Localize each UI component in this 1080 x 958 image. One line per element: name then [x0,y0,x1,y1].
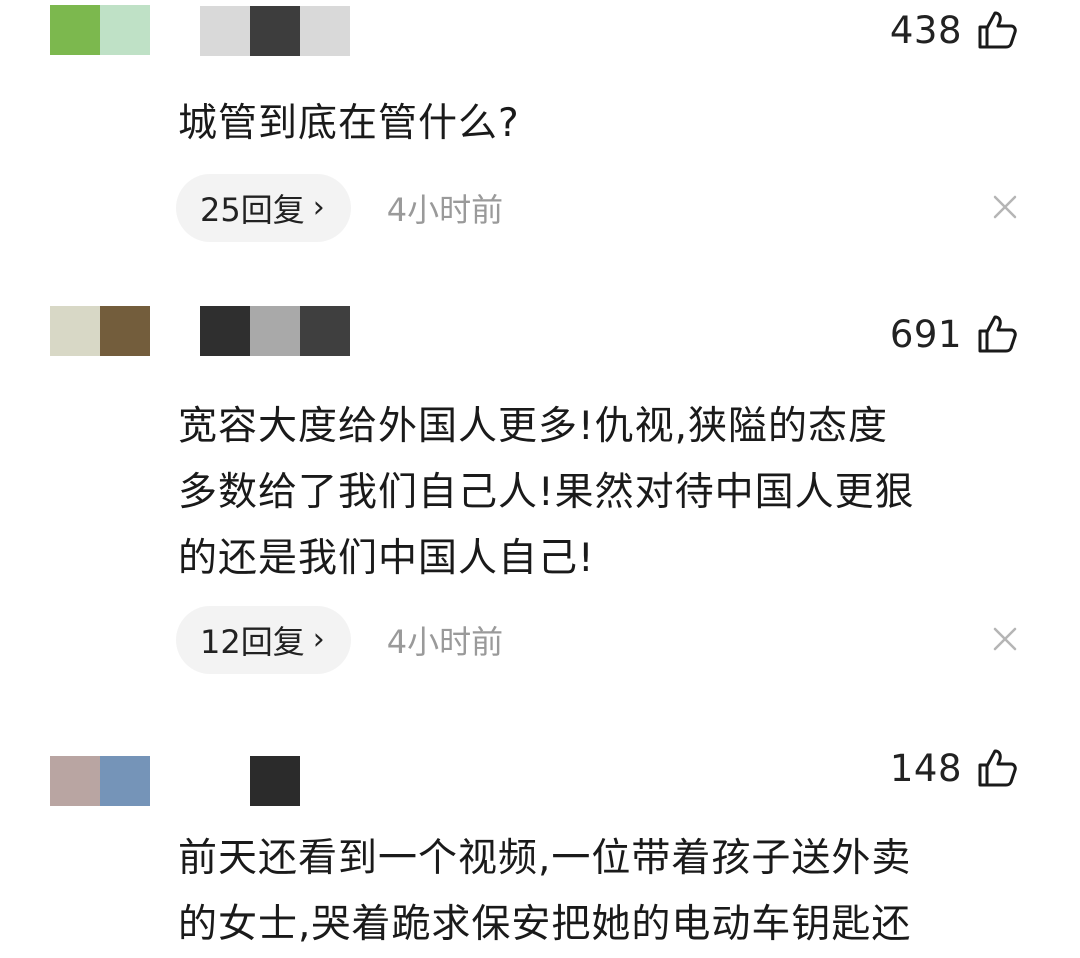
comment-meta: 12回复 › 4小时前 [176,606,503,674]
comment-text: 城管到底在管什么? [178,101,520,146]
comment-text: 前天还看到一个视频,一位带着孩子送外卖 的女士,哭着跪求保安把她的电动车钥匙还 [178,836,912,947]
like-count: 691 [889,312,962,356]
thumbs-up-icon [978,315,1017,353]
like-count: 438 [889,8,962,52]
chevron-right-icon: › [312,190,325,225]
timestamp: 4小时前 [386,623,504,661]
chevron-right-icon: › [312,622,325,657]
username[interactable] [200,6,350,56]
avatar[interactable] [50,5,150,55]
replies-button[interactable]: 12回复 › [176,606,351,674]
reply-count: 12回复 [200,623,305,661]
timestamp: 4小时前 [386,191,504,229]
like-button[interactable]: 438 [890,5,1018,55]
close-icon[interactable] [992,194,1018,220]
reply-count: 25回复 [200,191,305,229]
username[interactable] [200,306,350,356]
thumbs-up-icon [978,749,1017,787]
username[interactable] [200,756,300,806]
like-button[interactable]: 691 [890,309,1018,359]
like-button[interactable]: 148 [890,743,1018,793]
avatar[interactable] [50,756,150,806]
thumbs-up-icon [978,11,1017,49]
avatar[interactable] [50,306,150,356]
like-count: 148 [889,746,962,790]
close-icon[interactable] [992,626,1018,652]
comment-text: 宽容大度给外国人更多!仇视,狭隘的态度 多数给了我们自己人!果然对待中国人更狠 … [178,404,915,581]
comment-meta: 25回复 › 4小时前 [176,174,503,242]
replies-button[interactable]: 25回复 › [176,174,351,242]
